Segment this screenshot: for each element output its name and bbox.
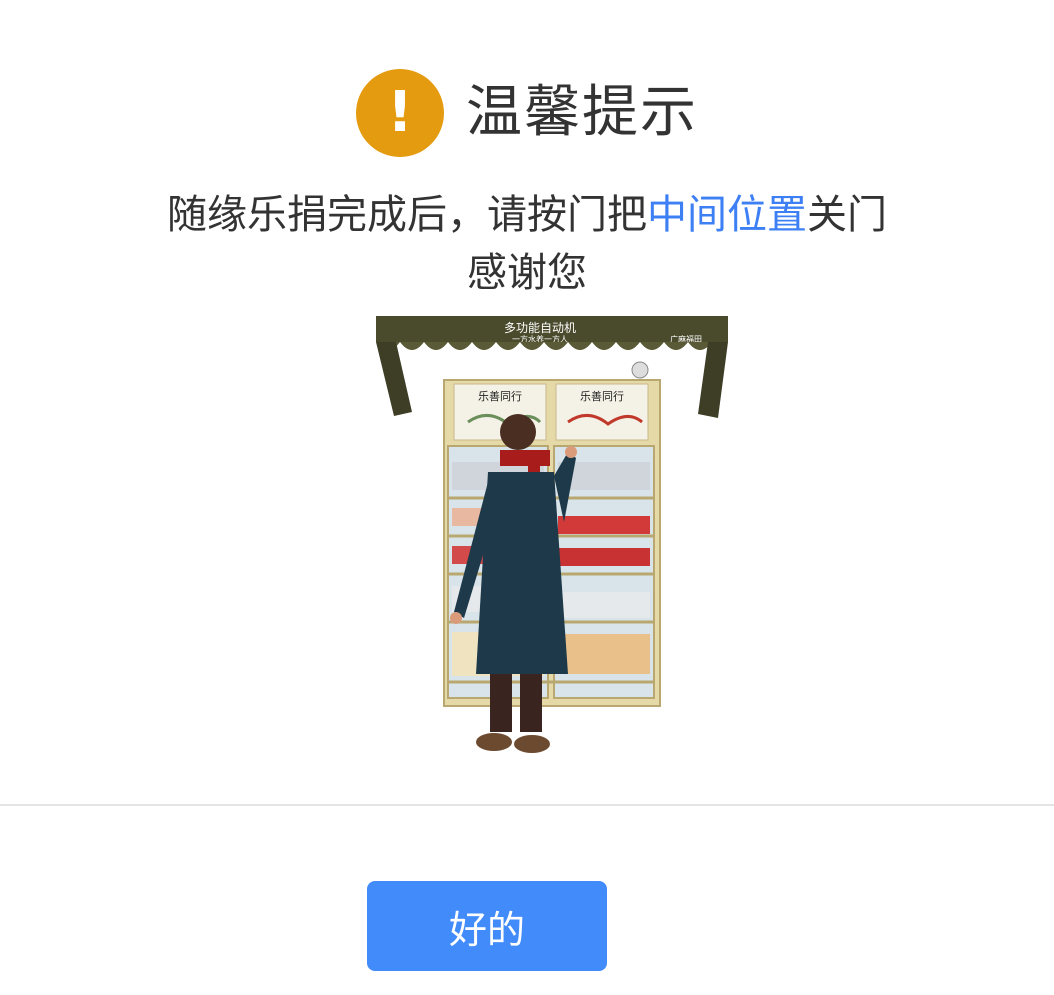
dialog-message: 随缘乐捐完成后，请按门把中间位置关门 感谢您: [0, 186, 1054, 302]
footer-divider: [0, 804, 1054, 806]
exclamation-icon: !: [356, 69, 444, 157]
camera-icon: [631, 361, 649, 379]
dialog-title: 温馨提示: [466, 80, 698, 145]
vending-machine-illustration: 多功能自动机 一方水养一方人 广麻福田 乐善同行 乐善同行: [376, 316, 728, 753]
message-highlight: 中间位置: [647, 192, 807, 238]
machine-title: 多功能自动机: [504, 321, 576, 335]
message-line-1: 随缘乐捐完成后，请按门把中间位置关门: [0, 186, 1054, 244]
alert-dialog: ! 温馨提示 随缘乐捐完成后，请按门把中间位置关门 感谢您 多功能自动机 一方水…: [0, 0, 1054, 995]
ok-button[interactable]: 好的: [367, 881, 607, 971]
dialog-header: ! 温馨提示: [0, 68, 1054, 158]
message-text-end: 关门: [807, 192, 887, 238]
message-text: 随缘乐捐完成后，请按门把: [167, 192, 647, 238]
message-line-2: 感谢您: [467, 250, 587, 296]
panel-label-right: 乐善同行: [580, 389, 624, 403]
panel-label-left: 乐善同行: [478, 389, 522, 403]
